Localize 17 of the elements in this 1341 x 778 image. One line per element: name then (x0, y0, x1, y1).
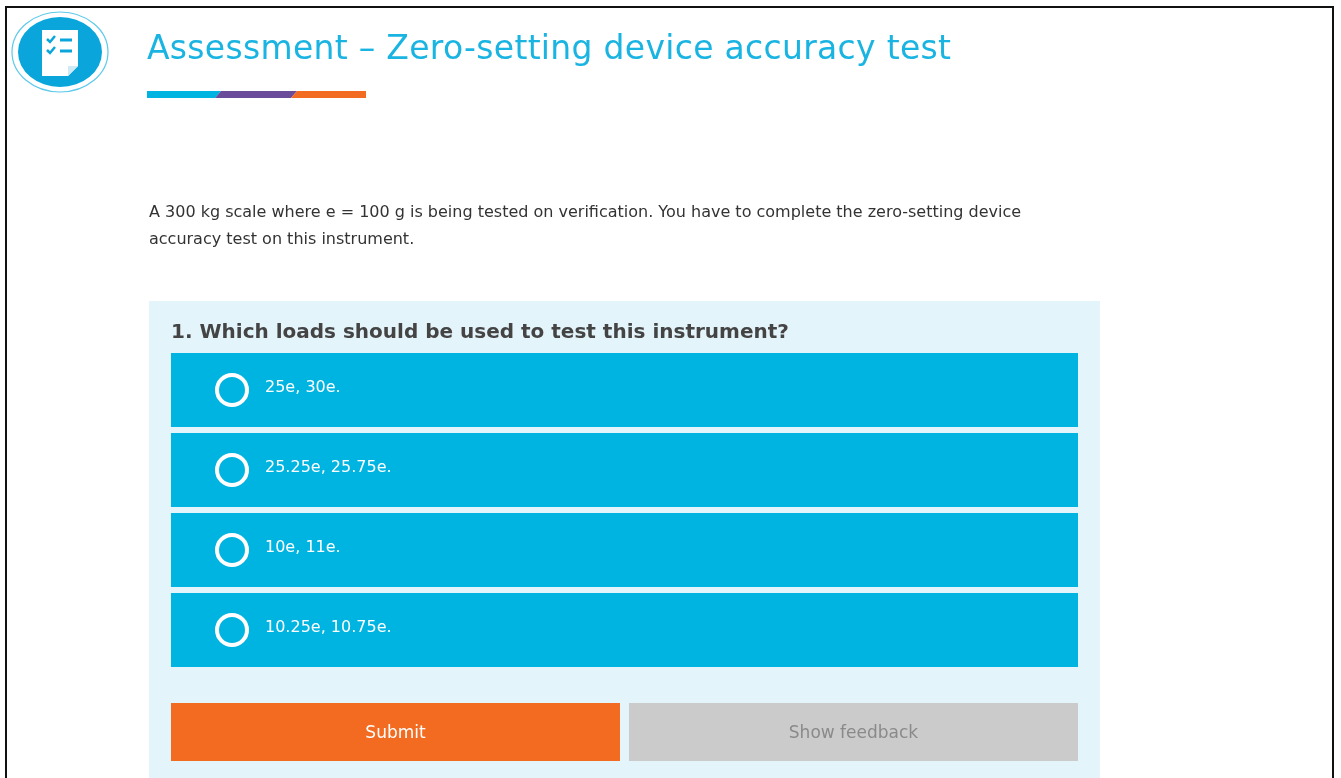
page-title: Assessment – Zero-setting device accuracy test (147, 28, 952, 67)
option-label: 25e, 30e. (265, 376, 341, 396)
option-label: 10.25e, 10.75e. (265, 616, 392, 636)
radio-button[interactable] (215, 533, 249, 567)
option-label: 25.25e, 25.75e. (265, 456, 392, 476)
radio-button[interactable] (215, 613, 249, 647)
answer-option[interactable]: 25e, 30e. (171, 353, 1078, 427)
question-text: 1. Which loads should be used to test this instrument? (171, 319, 790, 343)
radio-button[interactable] (215, 453, 249, 487)
submit-button[interactable]: Submit (171, 703, 620, 761)
option-label: 10e, 11e. (265, 536, 341, 556)
intro-text: A 300 kg scale where e = 100 g is being tested on verification. You have to complete the zero-setting device accuracy test on this instrument. (149, 201, 1023, 250)
radio-button[interactable] (215, 373, 249, 407)
answer-option[interactable]: 25.25e, 25.75e. (171, 433, 1078, 507)
answer-option[interactable]: 10e, 11e. (171, 513, 1078, 587)
answer-option[interactable]: 10.25e, 10.75e. (171, 593, 1078, 667)
checklist-icon (10, 10, 110, 94)
